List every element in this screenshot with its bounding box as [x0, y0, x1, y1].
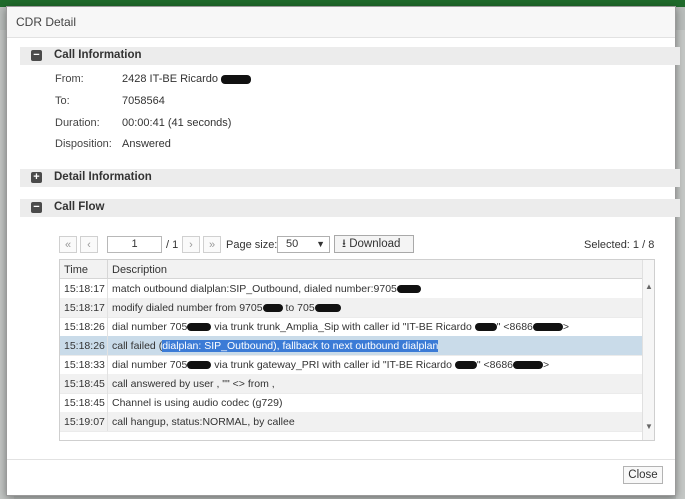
row-time: 15:18:45	[64, 397, 105, 409]
row-description: call answered by user , "" <> from ,	[112, 378, 275, 390]
redaction-mark	[187, 361, 212, 370]
cdr-detail-dialog: CDR Detail − Call Information From: 2428…	[6, 6, 680, 496]
row-description: dial number 705 via trunk trunk_Amplia_S…	[112, 321, 570, 333]
page-number-input[interactable]: 1	[107, 236, 162, 253]
table-row[interactable]: 15:18:33 dial number 705 via trunk gatew…	[60, 355, 642, 375]
call-flow-table: Time Description 15:18:17 match outbound…	[59, 259, 655, 441]
table-row[interactable]: 15:18:45 call answered by user , "" <> f…	[60, 374, 642, 394]
scroll-up-icon[interactable]: ▲	[645, 282, 653, 291]
column-header-time[interactable]: Time	[64, 264, 88, 276]
section-detail-information[interactable]: + Detail Information	[20, 169, 680, 187]
row-description: dial number 705 via trunk gateway_PRI wi…	[112, 359, 550, 371]
row-time: 15:18:33	[64, 359, 105, 371]
table-scrollbar[interactable]: ▲ ▼	[642, 260, 654, 440]
page-size-value: 50	[286, 238, 299, 250]
to-label: To:	[55, 95, 70, 107]
row-description: Channel is using audio codec (g729)	[112, 397, 283, 409]
table-row[interactable]: 15:18:45 Channel is using audio codec (g…	[60, 393, 642, 413]
from-value: 2428 IT-BE Ricardo	[122, 73, 252, 85]
download-label: Download	[349, 238, 401, 250]
row-description: match outbound dialplan:SIP_Outbound, di…	[112, 283, 421, 295]
redaction-mark	[474, 323, 497, 332]
dialog-title: CDR Detail	[16, 15, 77, 29]
row-description: call failed (dialplan: SIP_Outbound), fa…	[112, 340, 439, 352]
total-pages: / 1	[166, 239, 179, 251]
expand-icon[interactable]: +	[31, 172, 42, 183]
row-time: 15:18:17	[64, 283, 105, 295]
column-divider	[107, 260, 108, 278]
section-title: Call Information	[54, 49, 142, 61]
table-row[interactable]: 15:18:26 dial number 705 via trunk trunk…	[60, 317, 642, 337]
column-header-description[interactable]: Description	[112, 264, 167, 276]
first-page-button[interactable]: «	[59, 236, 77, 253]
prev-page-button[interactable]: ‹	[80, 236, 98, 253]
row-time: 15:18:17	[64, 302, 105, 314]
row-description: modify dialed number from 9705 to 705	[112, 302, 341, 314]
selected-count: Selected: 1 / 8	[584, 239, 655, 251]
collapse-icon[interactable]: −	[31, 50, 42, 61]
row-description: call hangup, status:NORMAL, by callee	[112, 416, 295, 428]
table-header: Time Description	[60, 260, 642, 279]
download-icon: ⭳	[342, 238, 347, 250]
duration-label: Duration:	[55, 117, 100, 129]
row-time: 15:18:45	[64, 378, 105, 390]
redaction-mark	[454, 361, 477, 370]
next-page-button[interactable]: ›	[182, 236, 200, 253]
caret-down-icon: ▼	[316, 239, 325, 249]
disposition-value: Answered	[122, 138, 171, 150]
page-size-select[interactable]: 50 ▼	[277, 236, 330, 253]
footer-divider	[7, 459, 675, 460]
redaction-mark	[513, 361, 544, 370]
section-call-information[interactable]: − Call Information	[20, 47, 680, 65]
table-row[interactable]: 15:19:07 call hangup, status:NORMAL, by …	[60, 412, 642, 432]
row-time: 15:18:26	[64, 340, 105, 352]
from-label: From:	[55, 73, 84, 85]
redaction-mark	[532, 323, 563, 332]
redaction-mark	[221, 74, 252, 84]
dialog-header: CDR Detail	[7, 7, 675, 38]
redaction-mark	[262, 304, 283, 313]
table-row-selected[interactable]: 15:18:26 call failed (dialplan: SIP_Outb…	[60, 336, 642, 356]
redaction-mark	[396, 285, 421, 294]
collapse-icon[interactable]: −	[31, 202, 42, 213]
background-right-column	[676, 30, 685, 499]
page-size-label: Page size:	[226, 239, 278, 251]
text-selection: dialplan: SIP_Outbound), fallback to nex…	[162, 340, 439, 352]
scroll-down-icon[interactable]: ▼	[645, 422, 653, 431]
section-title: Call Flow	[54, 201, 105, 213]
row-time: 15:19:07	[64, 416, 105, 428]
section-call-flow[interactable]: − Call Flow	[20, 199, 680, 217]
last-page-button[interactable]: »	[203, 236, 221, 253]
table-row[interactable]: 15:18:17 match outbound dialplan:SIP_Out…	[60, 279, 642, 299]
download-button[interactable]: ⭳ Download	[334, 235, 414, 253]
redaction-mark	[187, 323, 212, 332]
close-button[interactable]: Close	[623, 466, 663, 484]
row-time: 15:18:26	[64, 321, 105, 333]
duration-value: 00:00:41 (41 seconds)	[122, 117, 232, 129]
to-value: 7058564	[122, 95, 165, 107]
section-title: Detail Information	[54, 171, 152, 183]
table-row[interactable]: 15:18:17 modify dialed number from 9705 …	[60, 298, 642, 318]
disposition-label: Disposition:	[55, 138, 112, 150]
redaction-mark	[314, 304, 341, 313]
